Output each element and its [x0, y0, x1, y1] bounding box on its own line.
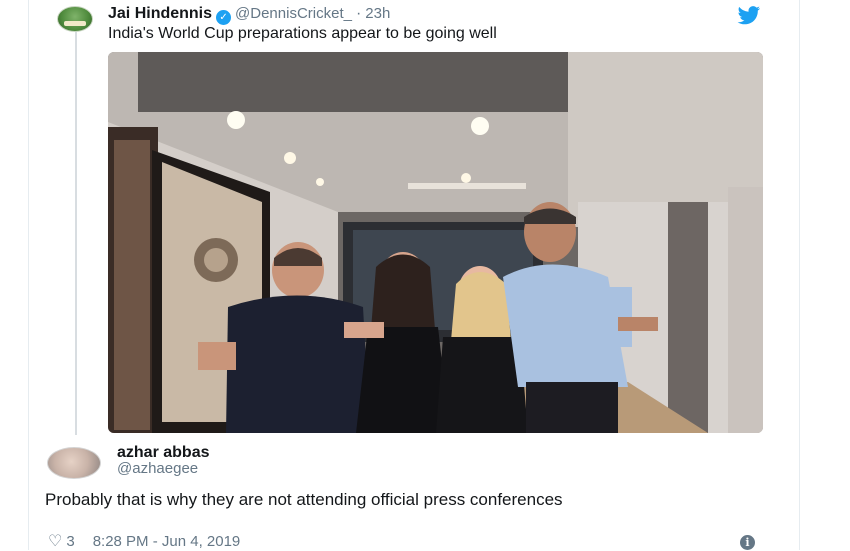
reply-author-handle[interactable]: @azhaegee	[117, 460, 198, 477]
avatar[interactable]	[47, 447, 101, 479]
photo-illustration	[108, 52, 763, 433]
tweet-timestamp[interactable]: 8:28 PM - Jun 4, 2019	[93, 533, 241, 550]
info-icon[interactable]: i	[740, 535, 755, 550]
twitter-bird-icon[interactable]	[736, 6, 762, 26]
quoted-tweet-text: India's World Cup preparations appear to…	[108, 25, 497, 42]
tweet-footer: ♡ 3 8:28 PM - Jun 4, 2019	[48, 531, 240, 551]
tweet-photo[interactable]	[108, 52, 763, 433]
reply-tweet-text: Probably that is why they are not attend…	[45, 490, 563, 509]
quoted-tweet-time[interactable]: 23h	[365, 5, 390, 22]
quoted-author-name[interactable]: Jai Hindennis	[108, 5, 212, 22]
like-count[interactable]: 3	[66, 533, 74, 550]
thread-line	[75, 30, 77, 435]
verified-badge-icon: ✓	[216, 10, 232, 25]
heart-icon[interactable]: ♡	[48, 531, 62, 551]
quoted-tweet-header: Jai Hindennis ✓ @DennisCricket_ · 23h	[108, 5, 390, 25]
avatar-icon[interactable]	[57, 6, 93, 32]
quoted-author-handle[interactable]: @DennisCricket_	[235, 5, 352, 22]
separator-dot: ·	[355, 5, 362, 22]
